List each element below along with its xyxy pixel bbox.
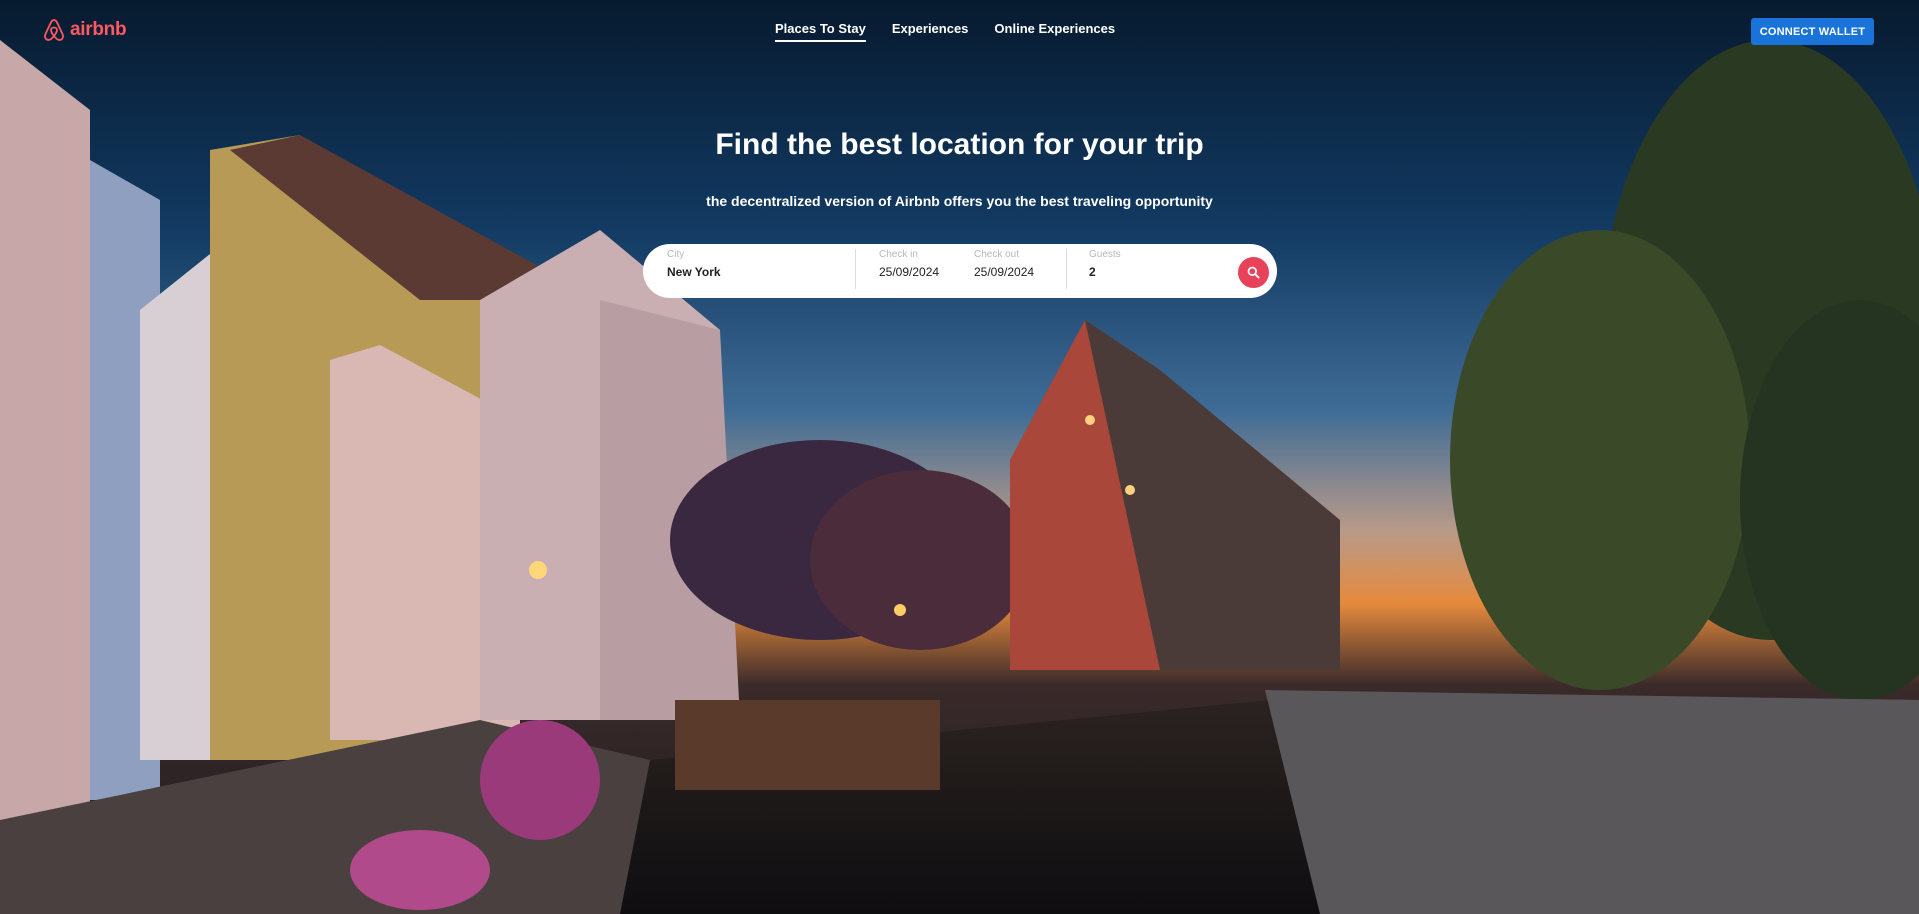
checkin-label: Check in: [879, 249, 918, 260]
city-label: City: [667, 249, 685, 260]
divider: [855, 249, 856, 289]
checkout-label: Check out: [974, 249, 1020, 260]
main-nav: Places To Stay Experiences Online Experi…: [775, 21, 1115, 42]
nav-places-to-stay[interactable]: Places To Stay: [775, 21, 866, 42]
logo[interactable]: airbnb: [43, 18, 127, 42]
checkin-field[interactable]: Check in: [879, 244, 959, 298]
checkout-input[interactable]: [974, 265, 1054, 279]
city-input[interactable]: [667, 265, 837, 279]
checkin-input[interactable]: [879, 265, 959, 279]
search-button[interactable]: [1238, 257, 1269, 288]
hero-title: Find the best location for your trip: [715, 128, 1204, 161]
search-bar: City Check in Check out Guests: [643, 244, 1277, 298]
airbnb-belo-icon: [44, 19, 64, 41]
nav-experiences[interactable]: Experiences: [892, 21, 969, 42]
guests-input[interactable]: [1089, 265, 1149, 279]
guests-label: Guests: [1089, 249, 1121, 260]
logo-text: airbnb: [70, 19, 127, 40]
guests-field[interactable]: Guests: [1089, 244, 1179, 298]
hero-subtitle: the decentralized version of Airbnb offe…: [706, 193, 1213, 209]
search-icon: [1247, 266, 1260, 279]
nav-online-experiences[interactable]: Online Experiences: [994, 21, 1115, 42]
divider: [1066, 249, 1067, 289]
city-field[interactable]: City: [667, 244, 842, 298]
checkout-field[interactable]: Check out: [974, 244, 1054, 298]
connect-wallet-button[interactable]: CONNECT WALLET: [1751, 18, 1874, 45]
